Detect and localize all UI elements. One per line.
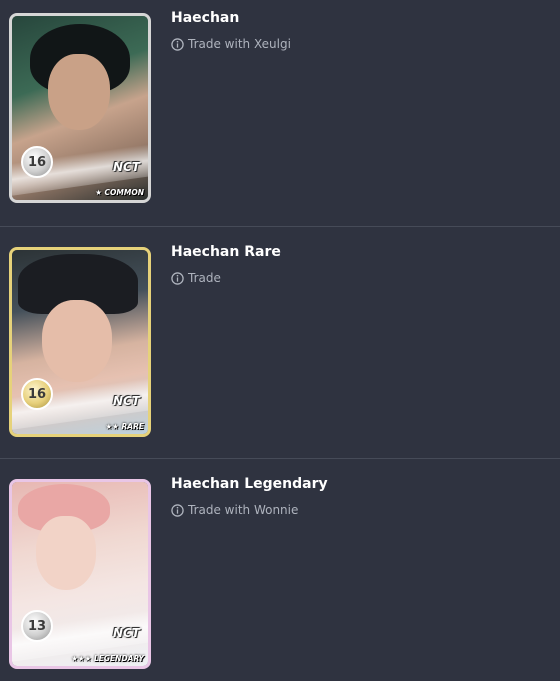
photo-face	[36, 516, 96, 590]
card-subtitle: Trade	[171, 270, 281, 286]
list-item[interactable]: 13 NCT ★★★ LEGENDARY Haechan Legendary T…	[0, 458, 560, 681]
trade-text: Trade with Wonnie	[188, 503, 299, 517]
card-list: 16 NCT ★ COMMON Haechan Trade with Xeulg…	[0, 0, 560, 681]
card-image-legendary[interactable]: 13 NCT ★★★ LEGENDARY	[9, 479, 151, 669]
card-subtitle: Trade with Xeulgi	[171, 36, 291, 52]
level-badge: 13	[21, 610, 53, 642]
card-info: Haechan Rare Trade	[171, 243, 281, 286]
card-title[interactable]: Haechan	[171, 9, 291, 27]
card-title[interactable]: Haechan Rare	[171, 243, 281, 261]
card-image-rare[interactable]: 16 NCT ★★ RARE	[9, 247, 151, 437]
level-badge: 16	[21, 378, 53, 410]
trade-text: Trade with Xeulgi	[188, 37, 291, 51]
card-image-common[interactable]: 16 NCT ★ COMMON	[9, 13, 151, 203]
list-item[interactable]: 16 NCT ★★ RARE Haechan Rare Trade	[0, 226, 560, 458]
info-circle-icon	[171, 271, 184, 285]
card-info: Haechan Legendary Trade with Wonnie	[171, 475, 328, 518]
level-badge: 16	[21, 146, 53, 178]
card-title[interactable]: Haechan Legendary	[171, 475, 328, 493]
info-circle-icon	[171, 37, 184, 51]
rarity-label: ★ COMMON	[95, 188, 144, 197]
info-circle-icon	[171, 503, 184, 517]
rarity-label: ★★★ LEGENDARY	[71, 654, 144, 663]
card-subtitle: Trade with Wonnie	[171, 502, 328, 518]
trade-text: Trade	[188, 271, 221, 285]
photo-face	[42, 300, 112, 382]
list-item[interactable]: 16 NCT ★ COMMON Haechan Trade with Xeulg…	[0, 0, 560, 232]
card-info: Haechan Trade with Xeulgi	[171, 9, 291, 52]
photo-face	[48, 54, 110, 130]
group-logo: NCT	[112, 394, 140, 408]
rarity-label: ★★ RARE	[105, 422, 144, 431]
group-logo: NCT	[112, 626, 140, 640]
group-logo: NCT	[112, 160, 140, 174]
